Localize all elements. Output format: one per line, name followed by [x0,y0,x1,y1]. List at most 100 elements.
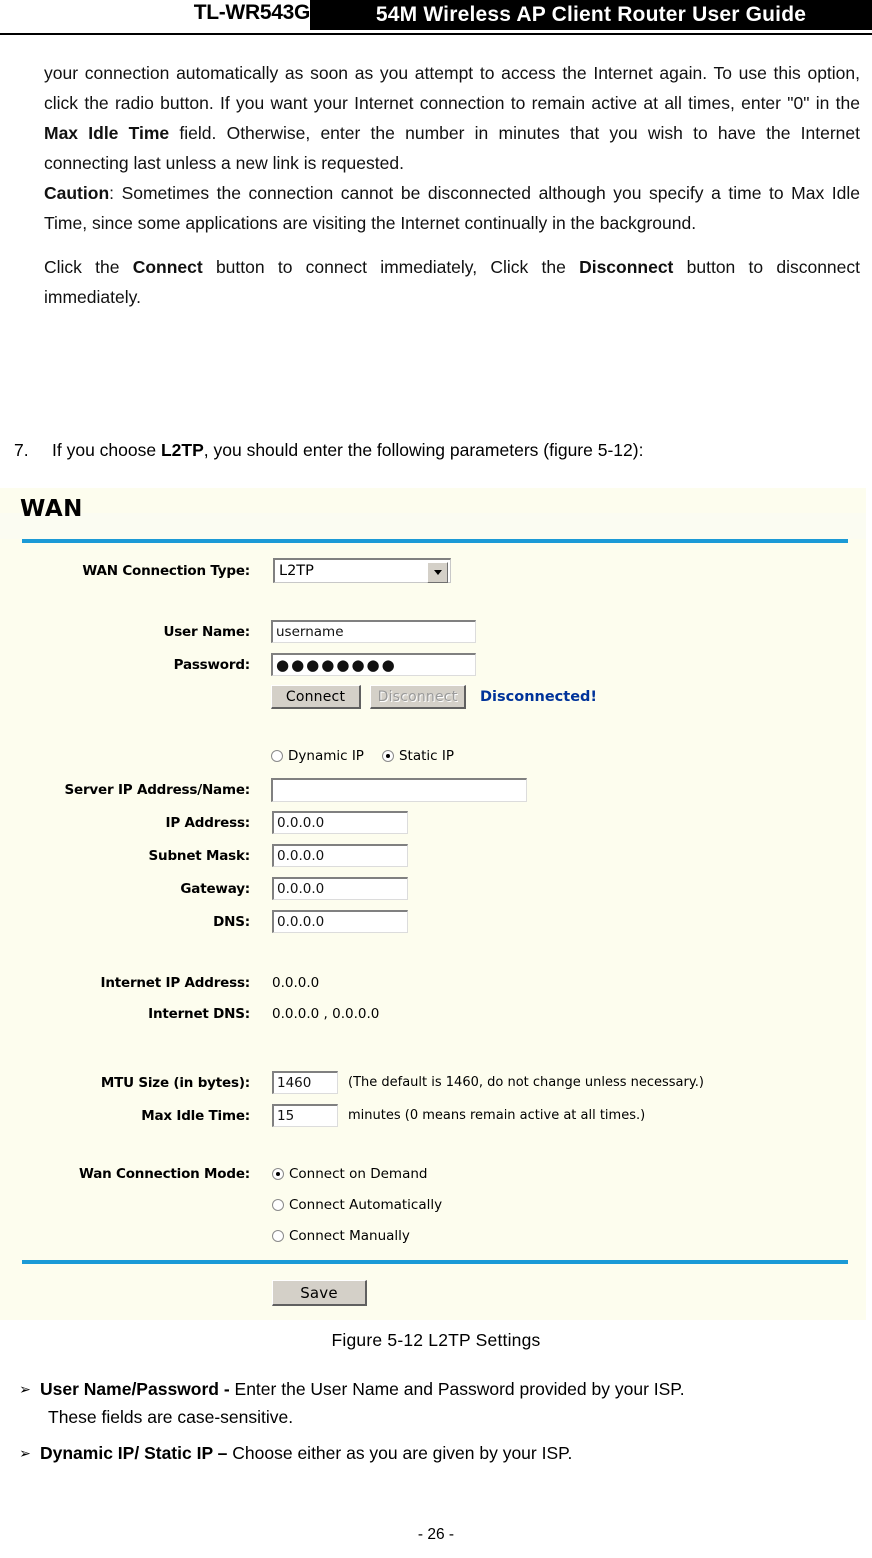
radio-connect-manually-label: Connect Manually [289,1228,410,1244]
server-ip-label: Server IP Address/Name: [64,782,251,798]
radio-static-ip-icon[interactable] [381,750,394,762]
max-idle-time-input[interactable]: 15 [272,1104,338,1127]
password-label: Password: [173,656,251,673]
row-dns: DNS: 0.0.0.0 [0,910,460,933]
caution-text: : Sometimes the connection cannot be dis… [44,183,860,233]
radio-static-ip-label: Static IP [398,748,454,764]
step-pre-text: If you choose [52,440,161,460]
list-item: ➢ Dynamic IP/ Static IP – Choose either … [10,1439,866,1467]
internet-dns-value: 0.0.0.0 , 0.0.0.0 [272,1006,380,1022]
user-name-input[interactable]: username [271,620,476,643]
server-ip-input[interactable] [271,778,527,802]
subnet-mask-input[interactable]: 0.0.0.0 [272,844,408,867]
paragraph-max-idle-pre: your connection automatically as soon as… [44,63,860,113]
gateway-input[interactable]: 0.0.0.0 [272,877,408,900]
radio-dynamic-ip-label: Dynamic IP [288,748,364,764]
gateway-label: Gateway: [180,880,250,897]
radio-static-ip[interactable]: Static IP [381,748,454,764]
panel-stripe [0,513,866,539]
row-ip-mode-radios: Dynamic IP Static IP [271,748,454,764]
radio-dynamic-ip-icon[interactable] [271,750,283,762]
paragraph-max-idle: your connection automatically as soon as… [44,58,860,178]
header-title-band: 54M Wireless AP Client Router User Guide [310,0,872,30]
bullet-arrow-icon: ➢ [19,1381,31,1397]
save-button[interactable]: Save [272,1280,367,1306]
wan-connection-mode-label: Wan Connection Mode: [79,1166,250,1182]
header-model-name: TL-WR543G [193,1,311,24]
step-item-7: 7. If you choose L2TP, you should enter t… [14,436,860,464]
header-divider [0,33,872,35]
row-password: Password: ●●●●●●●● [0,653,500,676]
radio-connect-automatically-icon[interactable] [272,1199,284,1211]
bullet-body: Dynamic IP/ Static IP – Choose either as… [40,1439,866,1467]
connect-button[interactable]: Connect [271,685,361,709]
connect-mid-text: button to connect immediately, Click the [202,257,580,277]
list-item: ➢ User Name/Password - Enter the User Na… [10,1375,866,1431]
radio-connect-manually-icon[interactable] [272,1230,284,1242]
max-idle-time-value: 15 [277,1108,295,1124]
row-internet-dns: Internet DNS: 0.0.0.0 , 0.0.0.0 [0,1006,560,1022]
radio-connect-manually[interactable]: Connect Manually [272,1228,410,1244]
radio-connect-on-demand[interactable]: Connect on Demand [272,1166,427,1182]
paragraph-connect-disconnect: Click the Connect button to connect imme… [44,252,860,312]
disconnect-button: Disconnect [370,685,466,709]
bullet-0-term: User Name/Password - [40,1379,235,1399]
row-ip-address: IP Address: 0.0.0.0 [0,811,460,834]
internet-ip-address-label: Internet IP Address: [100,975,251,991]
row-wan-connection-mode: Wan Connection Mode: Connect on Demand [0,1166,560,1182]
row-connect-manually: Connect Manually [272,1228,410,1244]
chevron-down-icon[interactable] [427,562,448,583]
user-name-value: username [276,624,344,640]
subnet-mask-label: Subnet Mask: [148,847,251,864]
radio-connect-automatically-label: Connect Automatically [289,1197,443,1213]
ip-address-input[interactable]: 0.0.0.0 [272,811,408,834]
password-input[interactable]: ●●●●●●●● [271,653,476,676]
bullet-arrow-icon: ➢ [19,1445,31,1461]
gateway-value: 0.0.0.0 [277,881,325,897]
page-header: TL-WR543G 54M Wireless AP Client Router … [0,0,872,30]
row-server-ip: Server IP Address/Name: [0,778,560,802]
wan-settings-panel: WAN WAN Connection Type: L2TP User Name:… [0,488,866,1320]
subnet-mask-value: 0.0.0.0 [277,848,325,864]
radio-connect-automatically[interactable]: Connect Automatically [272,1197,442,1213]
radio-dynamic-ip[interactable]: Dynamic IP [271,748,364,764]
row-gateway: Gateway: 0.0.0.0 [0,877,460,900]
wan-connection-type-value: L2TP [279,563,314,579]
password-value: ●●●●●●●● [276,656,397,674]
dns-label: DNS: [213,913,250,930]
l2tp-term: L2TP [160,440,204,460]
connect-pre-text: Click the [44,257,133,277]
internet-ip-address-value: 0.0.0.0 [272,975,320,991]
bullet-list: ➢ User Name/Password - Enter the User Na… [10,1375,866,1475]
connect-term: Connect [132,257,203,277]
mtu-size-input[interactable]: 1460 [272,1071,338,1094]
bullet-0-text: Enter the User Name and Password provide… [234,1379,685,1399]
dns-input[interactable]: 0.0.0.0 [272,910,408,933]
max-idle-time-label: Max Idle Time: [141,1107,250,1124]
paragraph-caution: Caution: Sometimes the connection cannot… [44,178,860,238]
wan-panel-title: WAN [20,496,83,522]
max-idle-time-term: Max Idle Time [44,123,170,143]
row-internet-ip-address: Internet IP Address: 0.0.0.0 [0,975,560,991]
body-prose: your connection automatically as soon as… [44,58,860,312]
page-number: - 26 - [417,1526,455,1543]
bullet-body: User Name/Password - Enter the User Name… [40,1375,866,1431]
bullet-0-continuation: These fields are case-sensitive. [48,1407,294,1427]
figure-caption: Figure 5-12 L2TP Settings [331,1330,541,1350]
step-number: 7. [14,440,29,460]
row-connect-actions: Connect Disconnect Disconnected! [271,685,597,709]
wan-connection-type-label: WAN Connection Type: [82,562,250,579]
row-user-name: User Name: username [0,620,500,643]
bullet-1-text: Choose either as you are given by your I… [232,1443,573,1463]
wan-connection-type-select[interactable]: L2TP [273,558,451,583]
row-wan-connection-type: WAN Connection Type: L2TP [0,558,460,583]
row-max-idle-time: Max Idle Time: 15 minutes (0 means remai… [0,1104,720,1127]
mtu-size-value: 1460 [277,1075,312,1091]
internet-dns-label: Internet DNS: [148,1006,250,1022]
caution-label: Caution [44,183,110,203]
ip-address-label: IP Address: [165,814,251,831]
panel-bottom-divider [22,1260,848,1264]
mtu-size-label: MTU Size (in bytes): [100,1074,250,1091]
radio-connect-on-demand-icon[interactable] [272,1168,284,1180]
